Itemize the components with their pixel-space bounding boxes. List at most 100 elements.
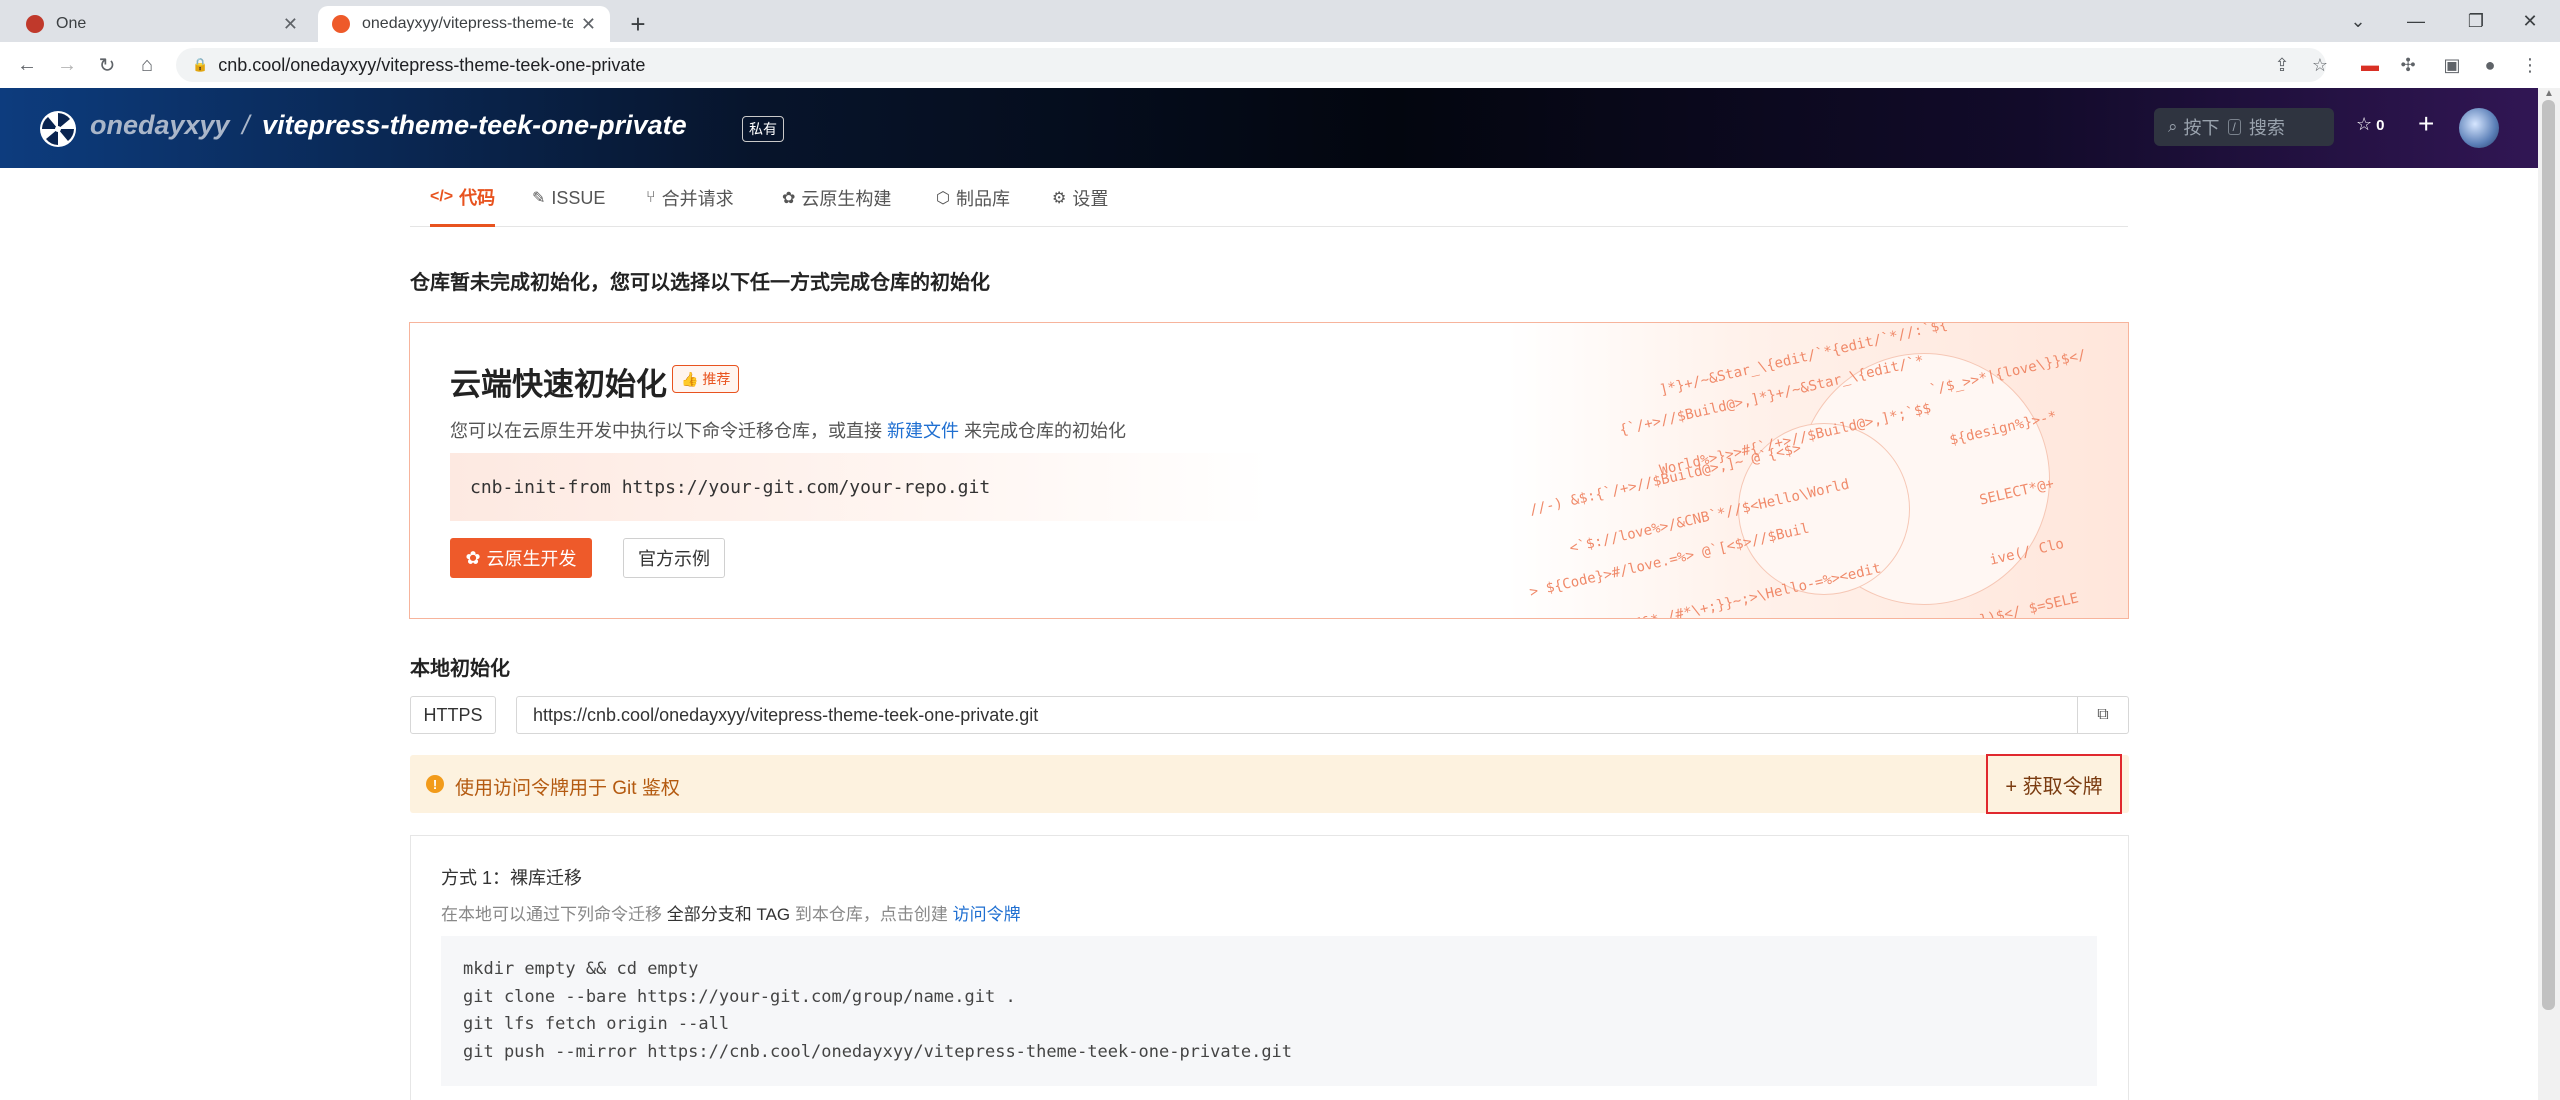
tab-close-icon[interactable]: ✕	[283, 14, 298, 35]
cloud-init-title: 云端快速初始化	[450, 367, 667, 402]
browser-tab-active[interactable]: onedayxyy/vitepress-theme-te ✕	[318, 6, 610, 42]
new-file-link[interactable]: 新建文件	[887, 421, 959, 441]
puzzle-icon[interactable]: ✣	[2396, 53, 2420, 77]
copy-icon[interactable]: ⧉	[2077, 697, 2128, 733]
repo-nav-tabs: </> 代码 ✎ ISSUE ⑂ 合并请求 ✿ 云原生构建 ⬡ 制品库 ⚙ 设置	[410, 170, 2128, 227]
migration-code-block[interactable]: mkdir empty && cd empty git clone --bare…	[441, 936, 2097, 1086]
cloud-dev-icon: ✿	[465, 547, 481, 568]
repo-owner-link[interactable]: onedayxyy	[90, 110, 230, 141]
recommended-badge-label: 推荐	[702, 371, 731, 387]
sidepanel-icon[interactable]: ▣	[2440, 53, 2464, 77]
bare-migration-section: 方式 1：裸库迁移 在本地可以通过下列命令迁移 全部分支和 TAG 到本仓库，点…	[410, 835, 2129, 1100]
cloud-init-description: 您可以在云原生开发中执行以下命令迁移仓库，或直接 新建文件 来完成仓库的初始化	[450, 417, 1126, 443]
tab-label: 云原生构建	[801, 189, 892, 209]
code-line: git lfs fetch origin --all	[463, 1014, 730, 1034]
code-line: mkdir empty && cd empty	[463, 959, 699, 979]
gear-icon: ⚙	[1052, 190, 1067, 207]
init-heading: 仓库暂未完成初始化，您可以选择以下任一方式完成仓库的初始化	[410, 272, 990, 294]
edit-icon: ✎	[532, 190, 546, 207]
access-token-link[interactable]: 访问令牌	[953, 905, 1021, 924]
star-icon: ☆	[2356, 114, 2373, 134]
search-shortcut-key: /	[2227, 119, 2241, 135]
repo-name-link[interactable]: vitepress-theme-teek-one-private	[262, 110, 687, 141]
menu-kebab-icon[interactable]: ⋮	[2518, 53, 2542, 77]
tab-packages[interactable]: ⬡ 制品库	[936, 170, 1010, 226]
init-command[interactable]: cnb-init-from https://your-git.com/your-…	[450, 453, 1270, 521]
user-avatar[interactable]	[2459, 108, 2499, 148]
desc-text-after: 来完成仓库的初始化	[959, 421, 1127, 441]
tab-title: One	[56, 15, 87, 32]
path-separator: /	[242, 110, 250, 140]
local-init-heading: 本地初始化	[410, 658, 510, 680]
tab-label: 代码	[459, 188, 496, 208]
restore-icon[interactable]: ❐	[2446, 0, 2506, 42]
package-icon: ⬡	[936, 190, 950, 207]
star-count: 0	[2376, 117, 2385, 134]
code-line: git push --mirror https://cnb.cool/oneda…	[463, 1041, 1293, 1062]
tab-title: onedayxyy/vitepress-theme-te	[362, 15, 573, 32]
method-desc-before: 在本地可以通过下列命令迁移	[441, 905, 667, 924]
clone-url-text[interactable]: https://cnb.cool/onedayxyy/vitepress-the…	[533, 705, 1038, 726]
code-art-decoration: ]*}+/~&Star_\{edit/`*{edit/`*//:`${ {`/+…	[1528, 323, 2088, 619]
merge-icon: ⑂	[646, 189, 656, 206]
search-hint-prefix: 按下	[2183, 118, 2220, 138]
forward-icon[interactable]: →	[52, 50, 82, 80]
cloud-dev-button[interactable]: ✿ 云原生开发	[450, 538, 592, 578]
cloud-init-card: ]*}+/~&Star_\{edit/`*{edit/`*//:`${ {`/+…	[409, 322, 2129, 619]
extension-icon[interactable]: ▬	[2358, 53, 2382, 77]
tab-label: 制品库	[955, 189, 1010, 209]
reload-icon[interactable]: ↻	[92, 50, 122, 80]
page-scrollbar[interactable]: ▲	[2538, 88, 2560, 1100]
code-line: git clone --bare https://your-git.com/gr…	[463, 986, 1016, 1007]
scrollbar-thumb[interactable]	[2542, 100, 2555, 1010]
cloud-dev-button-label: 云原生开发	[486, 549, 577, 569]
tab-cloud-build[interactable]: ✿ 云原生构建	[782, 170, 891, 226]
url-text[interactable]: cnb.cool/onedayxyy/vitepress-theme-teek-…	[218, 55, 645, 76]
tab-settings[interactable]: ⚙ 设置	[1052, 170, 1108, 226]
star-button[interactable]: ☆ 0	[2356, 114, 2384, 135]
code-icon: </>	[430, 188, 454, 205]
browser-tab-bar: One ✕ onedayxyy/vitepress-theme-te ✕ + ⌄…	[0, 0, 2560, 42]
method-desc-highlight: 全部分支和 TAG	[666, 905, 791, 924]
browser-tab[interactable]: One ✕	[12, 6, 312, 42]
new-tab-icon[interactable]: +	[624, 6, 652, 42]
search-box[interactable]: ⌕ 按下 / 搜索	[2154, 108, 2334, 146]
token-alert-text: 使用访问令牌用于 Git 鉴权	[455, 778, 680, 799]
tab-code[interactable]: </> 代码	[430, 170, 496, 227]
search-placeholder: 搜索	[2248, 118, 2285, 138]
address-bar-row: ← → ↻ ⌂ 🔒 cnb.cool/onedayxyy/vitepress-t…	[0, 42, 2560, 89]
scroll-up-arrow-icon[interactable]: ▲	[2544, 88, 2554, 99]
bookmark-star-icon[interactable]: ☆	[2308, 53, 2332, 77]
desc-text-before: 您可以在云原生开发中执行以下命令迁移仓库，或直接	[450, 421, 887, 441]
recommended-badge: 👍 推荐	[672, 365, 740, 393]
back-icon[interactable]: ←	[12, 50, 42, 80]
create-plus-icon[interactable]: +	[2418, 108, 2434, 140]
tab-close-icon[interactable]: ✕	[581, 14, 596, 35]
share-icon[interactable]: ⇪	[2270, 53, 2294, 77]
get-token-button[interactable]: + 获取令牌	[1986, 754, 2122, 814]
tab-favicon-icon	[332, 15, 350, 33]
close-window-icon[interactable]: ✕	[2500, 0, 2560, 42]
cnb-logo-icon[interactable]	[38, 109, 78, 149]
thumbs-up-icon: 👍	[681, 371, 699, 387]
clone-url-field[interactable]: https://cnb.cool/onedayxyy/vitepress-the…	[516, 696, 2129, 734]
method-desc-middle: 到本仓库，点击创建	[790, 905, 953, 924]
official-example-button[interactable]: 官方示例	[623, 538, 725, 578]
search-icon: ⌕	[2168, 117, 2178, 136]
token-alert: ! 使用访问令牌用于 Git 鉴权 + 获取令牌	[410, 754, 2129, 814]
build-icon: ✿	[782, 190, 796, 207]
method-title: 方式 1：裸库迁移	[441, 868, 583, 888]
private-badge: 私有	[742, 116, 784, 142]
tab-search-icon[interactable]: ⌄	[2328, 0, 2388, 42]
minimize-icon[interactable]: —	[2386, 0, 2446, 42]
address-bar[interactable]: 🔒 cnb.cool/onedayxyy/vitepress-theme-tee…	[176, 48, 2326, 82]
profile-icon[interactable]: ●	[2478, 53, 2502, 77]
home-icon[interactable]: ⌂	[132, 50, 162, 80]
tab-favicon-icon	[26, 15, 44, 33]
method-description: 在本地可以通过下列命令迁移 全部分支和 TAG 到本仓库，点击创建 访问令牌	[441, 900, 1021, 925]
tab-label: ISSUE	[551, 187, 606, 208]
lock-icon[interactable]: 🔒	[192, 57, 208, 73]
tab-issue[interactable]: ✎ ISSUE	[532, 170, 605, 226]
tab-merge-requests[interactable]: ⑂ 合并请求	[646, 170, 734, 226]
protocol-selector[interactable]: HTTPS	[410, 696, 496, 734]
